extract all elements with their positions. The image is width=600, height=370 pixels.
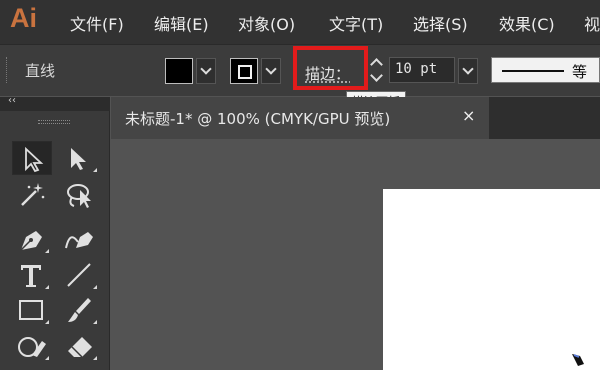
curvature-tool[interactable]	[60, 222, 100, 256]
toolbar-header: ‹‹	[0, 95, 110, 111]
app-logo: Ai	[10, 3, 37, 33]
uniform-profile-line	[502, 70, 564, 72]
document-tab[interactable]: 未标题-1* @ 100% (CMYK/GPU 预览) ×	[111, 97, 489, 139]
stroke-weight-input[interactable]: 10 pt	[389, 57, 455, 83]
lasso-tool-icon	[67, 184, 91, 208]
rectangle-tool[interactable]	[12, 293, 52, 327]
selection-tool[interactable]	[12, 141, 52, 175]
line-segment-tool[interactable]	[60, 258, 100, 292]
direct-selection-tool[interactable]	[60, 141, 100, 175]
chevron-down-icon[interactable]	[370, 69, 383, 82]
selection-tool-icon	[25, 146, 44, 173]
stroke-weight-stepper[interactable]	[368, 55, 386, 87]
shaper-tool[interactable]	[12, 329, 52, 363]
chevron-down-icon	[200, 63, 212, 75]
fill-dropdown-button[interactable]	[196, 58, 216, 84]
close-icon[interactable]: ×	[462, 106, 475, 125]
menu-effect[interactable]: 效果(C)	[499, 11, 555, 35]
type-tool[interactable]	[12, 258, 52, 292]
menu-bar: Ai 文件(F) 编辑(E) 对象(O) 文字(T) 选择(S) 效果(C) 视	[0, 0, 600, 44]
stroke-weight-dropdown-button[interactable]	[458, 58, 478, 84]
menu-select[interactable]: 选择(S)	[413, 11, 468, 35]
menu-object[interactable]: 对象(O)	[238, 11, 295, 35]
magic-wand-tool-icon	[21, 183, 45, 206]
fill-color-swatch[interactable]	[165, 58, 193, 84]
lasso-tool[interactable]	[60, 178, 100, 212]
menu-file[interactable]: 文件(F)	[70, 11, 124, 35]
document-tab-title: 未标题-1* @ 100% (CMYK/GPU 预览)	[125, 110, 391, 128]
current-tool-name: 直线	[25, 62, 56, 80]
stroke-color-swatch[interactable]	[230, 58, 258, 84]
menu-type[interactable]: 文字(T)	[329, 11, 383, 35]
paintbrush-tool[interactable]	[60, 293, 100, 327]
magic-wand-tool[interactable]	[12, 178, 52, 212]
eraser-tool[interactable]	[60, 329, 100, 363]
pen-tool[interactable]	[12, 222, 52, 256]
stroke-dropdown-button[interactable]	[261, 58, 281, 84]
chevron-down-icon	[265, 63, 277, 75]
curvature-tool-icon	[65, 232, 93, 249]
document-tab-strip: 未标题-1* @ 100% (CMYK/GPU 预览) ×	[111, 97, 600, 139]
panel-grip[interactable]	[38, 120, 70, 124]
control-bar-grip[interactable]	[6, 57, 8, 83]
artboard[interactable]	[383, 189, 600, 370]
pen-cursor-icon	[572, 354, 584, 366]
chevron-down-icon	[462, 63, 474, 75]
profile-label: 等	[572, 63, 588, 81]
collapse-panel-icon[interactable]: ‹‹	[8, 95, 16, 106]
menu-edit[interactable]: 编辑(E)	[154, 11, 209, 35]
variable-width-profile[interactable]: 等	[491, 57, 600, 83]
menu-view[interactable]: 视	[584, 11, 600, 35]
stroke-label-highlight	[293, 46, 368, 90]
